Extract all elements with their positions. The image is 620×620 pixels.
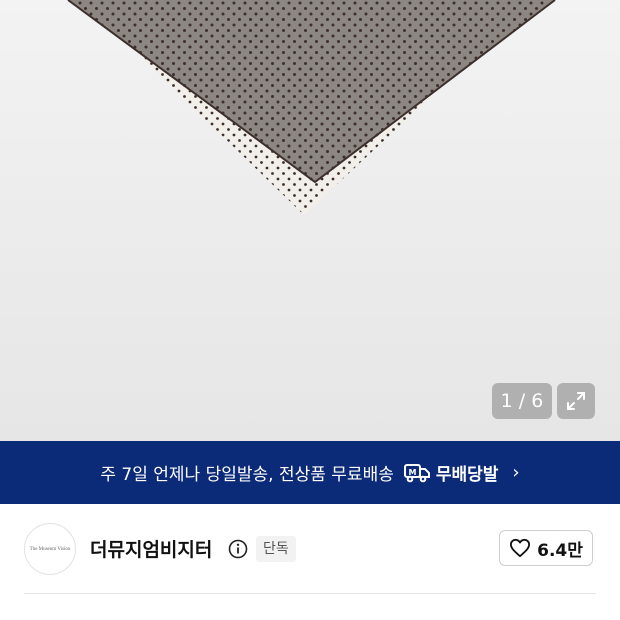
product-image-gallery[interactable]: 1 / 6 [0,0,620,441]
like-button[interactable]: 6.4만 [499,530,593,566]
seller-info: The Museum Vision 더뮤지엄비지터 단독 6.4만 [0,504,620,594]
like-count: 6.4만 [537,540,583,561]
free-shipping-banner[interactable]: 주 7일 언제나 당일발송, 전상품 무료배송 M 무배당발 › [0,441,620,504]
info-icon[interactable] [228,539,248,559]
banner-text: 주 7일 언제나 당일발송, 전상품 무료배송 [100,465,394,485]
truck-icon: M [403,463,430,482]
product-image [67,0,556,215]
delivery-brand-label: 무배당발 [435,465,499,485]
seller-avatar[interactable]: The Museum Vision [24,523,76,575]
svg-text:M: M [408,468,416,477]
exclusive-badge: 단독 [256,536,296,562]
expand-button[interactable] [557,383,595,419]
divider [24,593,596,594]
expand-icon [567,392,585,410]
delivery-brand: M 무배당발 [403,460,499,485]
seller-name[interactable]: 더뮤지엄비지터 [90,535,212,562]
chevron-right-icon: › [512,462,520,483]
avatar-logo-text: The Museum Vision [29,546,71,552]
image-counter: 1 / 6 [492,383,552,419]
heart-icon [510,538,531,558]
